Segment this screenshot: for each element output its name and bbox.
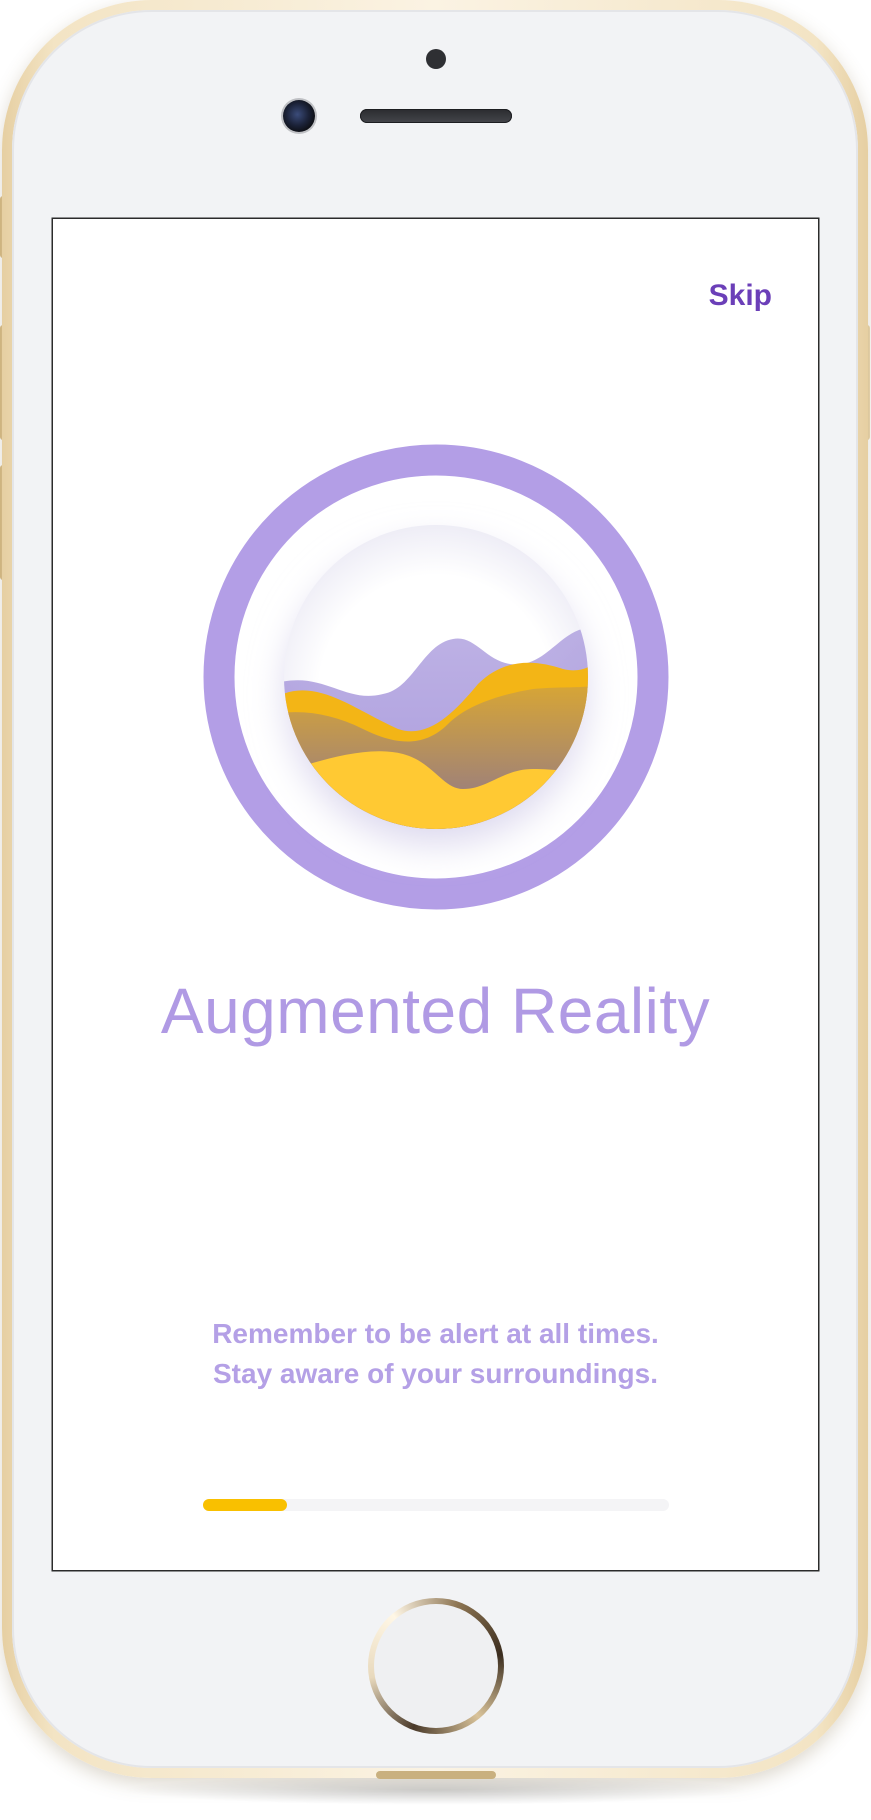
front-camera-icon bbox=[283, 100, 315, 132]
onboarding-description: Remember to be alert at all times. Stay … bbox=[53, 1314, 818, 1394]
lightning-port bbox=[376, 1771, 496, 1779]
earpiece-speaker bbox=[360, 109, 512, 123]
description-line-2: Stay aware of your surroundings. bbox=[213, 1358, 658, 1389]
device-mockup: Skip Augmented Reality Remember to be al… bbox=[0, 0, 871, 1820]
onboarding-progress-bar bbox=[203, 1499, 669, 1511]
skip-button[interactable]: Skip bbox=[709, 279, 772, 313]
home-button[interactable] bbox=[368, 1598, 504, 1734]
progress-fill bbox=[203, 1499, 287, 1511]
landscape-waves-illustration-icon bbox=[203, 444, 669, 910]
app-screen: Skip Augmented Reality Remember to be al… bbox=[53, 219, 818, 1570]
proximity-sensor bbox=[426, 49, 446, 69]
onboarding-title: Augmented Reality bbox=[160, 975, 711, 1047]
device-shadow bbox=[120, 1775, 751, 1805]
home-button-face bbox=[374, 1604, 498, 1728]
description-line-1: Remember to be alert at all times. bbox=[212, 1318, 659, 1349]
